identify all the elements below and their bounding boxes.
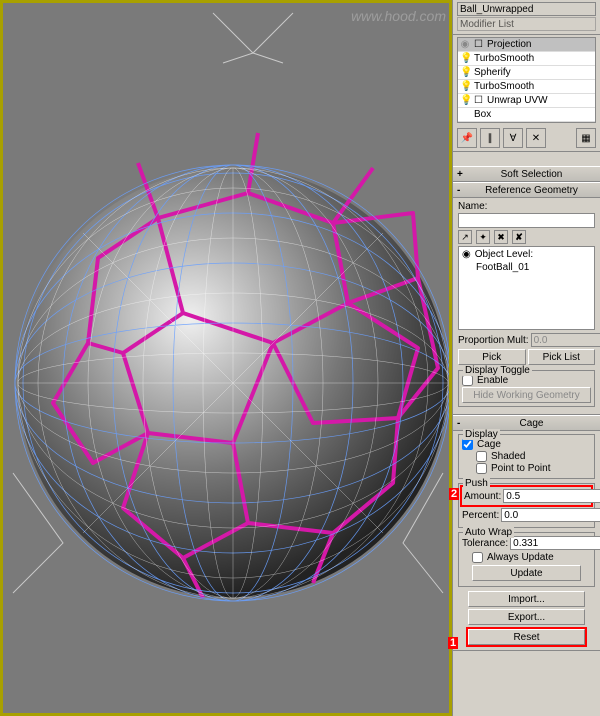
name-label: Name: xyxy=(458,201,595,212)
always-update-checkbox[interactable]: Always Update xyxy=(462,552,591,563)
update-button[interactable]: Update xyxy=(472,565,581,581)
toggle-box-icon[interactable]: ☐ xyxy=(474,39,483,50)
stack-item-projection[interactable]: ◉ ☐ Projection xyxy=(458,38,595,52)
shaded-checkbox[interactable]: Shaded xyxy=(462,451,591,462)
lightbulb-icon[interactable]: 💡 xyxy=(460,53,470,64)
tolerance-label: Tolerance: xyxy=(462,538,508,549)
list-item[interactable]: FootBall_01 xyxy=(460,261,593,274)
remove-small-icon[interactable]: ✖ xyxy=(494,230,508,244)
pick-button[interactable]: Pick xyxy=(458,349,526,365)
display-toggle-group: Display Toggle xyxy=(463,365,532,376)
pin-stack-icon[interactable]: 📌 xyxy=(457,128,477,148)
modifier-list-dropdown[interactable]: Modifier List xyxy=(457,17,596,31)
add-icon[interactable]: ↗ xyxy=(458,230,472,244)
modify-panel: Ball_Unwrapped Modifier List ◉ ☐ Project… xyxy=(452,0,600,716)
callout-amount: 2 xyxy=(449,488,459,500)
sphere-icon: ◉ xyxy=(462,249,471,260)
configure-sets-icon[interactable]: ▦ xyxy=(576,128,596,148)
push-group: Push xyxy=(463,478,490,489)
percent-label: Percent: xyxy=(462,510,499,521)
cage-body: Display Cage Shaded Point to Point Push … xyxy=(453,431,600,651)
stack-item-unwrap[interactable]: 💡 ☐ Unwrap UVW xyxy=(458,94,595,108)
show-end-result-icon[interactable]: ∥ xyxy=(480,128,500,148)
expand-icon: + xyxy=(457,169,467,180)
reset-button[interactable]: Reset xyxy=(468,629,585,645)
import-button[interactable]: Import... xyxy=(468,591,585,607)
object-name-field[interactable]: Ball_Unwrapped xyxy=(457,2,596,16)
callout-reset: 1 xyxy=(448,637,458,649)
stack-item-turbosmooth2[interactable]: 💡 TurboSmooth xyxy=(458,80,595,94)
pick-list-button[interactable]: Pick List xyxy=(528,349,596,365)
lightbulb-icon[interactable]: ◉ xyxy=(460,39,470,50)
export-button[interactable]: Export... xyxy=(468,609,585,625)
stack-toolbar: 📌 ∥ ∀ ✕ ▦ xyxy=(453,125,600,152)
modifier-stack[interactable]: ◉ ☐ Projection 💡 TurboSmooth 💡 Spherify … xyxy=(457,37,596,123)
percent-spinner[interactable]: ▲▼ xyxy=(501,508,600,522)
lightbulb-icon[interactable]: 💡 xyxy=(460,95,470,106)
autowrap-group: Auto Wrap xyxy=(463,527,514,538)
object-level-header: ◉ Object Level: xyxy=(460,248,593,261)
cage-checkbox[interactable]: Cage xyxy=(462,439,591,450)
viewport[interactable] xyxy=(0,0,452,716)
toggle-box-icon[interactable]: ☐ xyxy=(474,95,483,106)
lightbulb-icon[interactable]: 💡 xyxy=(460,81,470,92)
make-unique-icon[interactable]: ∀ xyxy=(503,128,523,148)
reference-list[interactable]: ◉ Object Level: FootBall_01 xyxy=(458,246,595,330)
proportion-spinner[interactable]: ▲▼ xyxy=(531,333,600,347)
amount-label: Amount: xyxy=(464,491,501,502)
stack-item-box[interactable]: Box xyxy=(458,108,595,122)
lightbulb-icon[interactable]: 💡 xyxy=(460,67,470,78)
amount-spinner[interactable]: ▲▼ xyxy=(503,489,600,503)
stack-item-spherify[interactable]: 💡 Spherify xyxy=(458,66,595,80)
point-to-point-checkbox[interactable]: Point to Point xyxy=(462,463,591,474)
collapse-icon: - xyxy=(457,185,467,196)
rollout-reference-geometry[interactable]: - Reference Geometry xyxy=(453,182,600,198)
star-icon[interactable]: ✦ xyxy=(476,230,490,244)
hide-working-geometry-button: Hide Working Geometry xyxy=(462,387,591,403)
reference-geometry-body: Name: ↗ ✦ ✖ ✘ ◉ Object Level: FootBall_0… xyxy=(453,198,600,415)
collapse-icon: - xyxy=(457,418,467,429)
name-field[interactable] xyxy=(458,213,595,228)
proportion-label: Proportion Mult: xyxy=(458,335,529,346)
tolerance-spinner[interactable]: ▲▼ xyxy=(510,536,600,550)
rollout-soft-selection[interactable]: + Soft Selection xyxy=(453,166,600,182)
remove-modifier-icon[interactable]: ✕ xyxy=(526,128,546,148)
display-group: Display xyxy=(463,429,500,440)
delete-ref-icon[interactable]: ✘ xyxy=(512,230,526,244)
enable-checkbox[interactable]: Enable xyxy=(462,375,591,386)
stack-item-turbosmooth[interactable]: 💡 TurboSmooth xyxy=(458,52,595,66)
